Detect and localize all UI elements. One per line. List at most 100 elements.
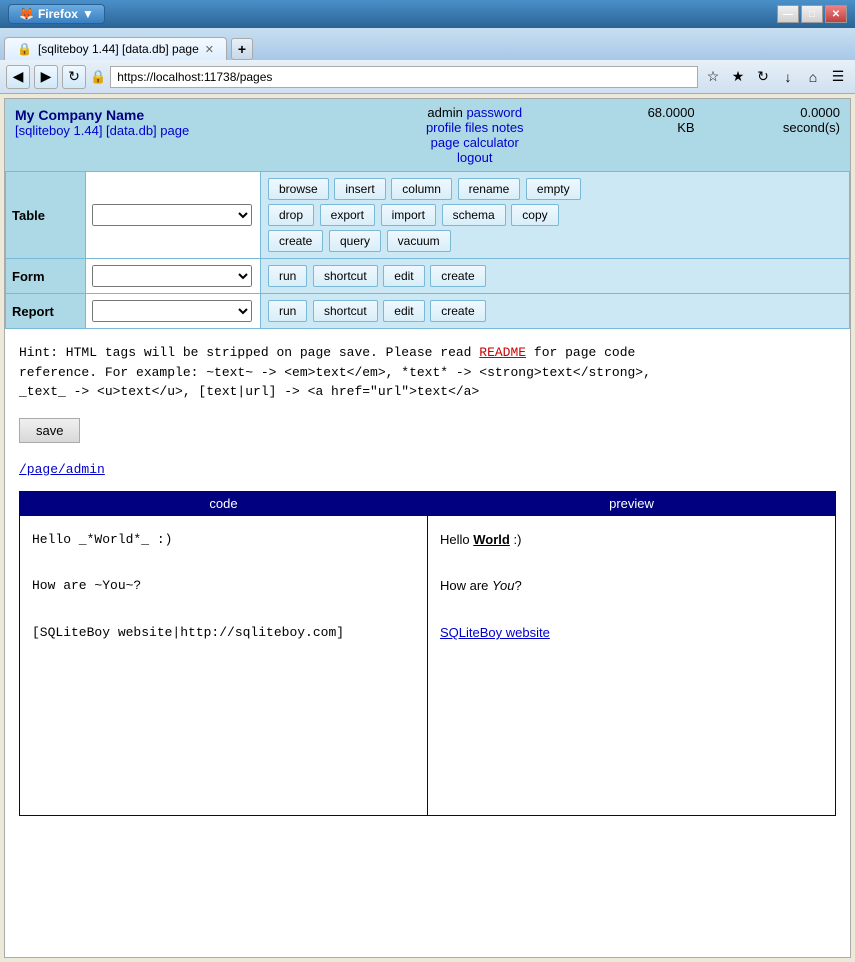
- page-content: My Company Name [sqliteboy 1.44] [data.d…: [4, 98, 851, 958]
- file-size-unit: KB: [677, 120, 694, 135]
- report-select[interactable]: [92, 300, 252, 322]
- firefox-menu-button[interactable]: 🦊 Firefox ▼: [8, 4, 105, 24]
- preview-cell: Hello World :) How are You? SQLiteBoy we…: [428, 515, 836, 815]
- code-line3: How are ~You~?: [32, 574, 415, 597]
- rename-button[interactable]: rename: [458, 178, 521, 200]
- address-input[interactable]: [110, 66, 698, 88]
- code-line5: [SQLiteBoy website|http://sqliteboy.com]: [32, 621, 415, 644]
- maximize-button[interactable]: □: [801, 5, 823, 23]
- preview-line3: How are You?: [440, 574, 823, 597]
- browse-button[interactable]: browse: [268, 178, 329, 200]
- nav-files-link[interactable]: files: [465, 120, 488, 135]
- hint-area: Hint: HTML tags will be stripped on page…: [5, 329, 850, 412]
- how-suffix: ?: [514, 578, 521, 593]
- home-button[interactable]: ⌂: [802, 66, 824, 88]
- report-buttons-cell: run shortcut edit create: [261, 294, 850, 329]
- report-create-button[interactable]: create: [430, 300, 485, 322]
- vacuum-button[interactable]: vacuum: [387, 230, 451, 252]
- nav-logout-link[interactable]: logout: [457, 150, 492, 165]
- preview-header: preview: [428, 491, 836, 515]
- lock-icon: 🔒: [90, 69, 106, 85]
- control-table: Table browse insert column rename empty …: [5, 171, 850, 329]
- table-select[interactable]: [92, 204, 252, 226]
- history-icon[interactable]: ★: [727, 66, 749, 88]
- table-buttons-cell: browse insert column rename empty drop e…: [261, 172, 850, 259]
- header-table: My Company Name [sqliteboy 1.44] [data.d…: [5, 99, 850, 171]
- minimize-button[interactable]: —: [777, 5, 799, 23]
- copy-button[interactable]: copy: [511, 204, 558, 226]
- export-button[interactable]: export: [320, 204, 375, 226]
- page-link-area: /page/admin: [5, 457, 850, 491]
- tab-label: [sqliteboy 1.44] [data.db] page: [38, 42, 199, 56]
- form-select[interactable]: [92, 265, 252, 287]
- header-company-cell: My Company Name [sqliteboy 1.44] [data.d…: [5, 99, 371, 171]
- form-run-button[interactable]: run: [268, 265, 307, 287]
- schema-button[interactable]: schema: [442, 204, 506, 226]
- nav-notes-link[interactable]: notes: [492, 120, 524, 135]
- drop-button[interactable]: drop: [268, 204, 314, 226]
- firefox-label: Firefox: [38, 7, 78, 21]
- table-control-row: Table browse insert column rename empty …: [6, 172, 850, 259]
- save-button[interactable]: save: [19, 418, 80, 443]
- code-line1: Hello _*World*_ :): [32, 528, 415, 551]
- reload-button[interactable]: ↻: [62, 65, 86, 89]
- back-button[interactable]: ◀: [6, 65, 30, 89]
- preview-line1: Hello World :): [440, 528, 823, 551]
- nav-password-link[interactable]: password: [466, 105, 522, 120]
- table-select-cell: [86, 172, 261, 259]
- time-value: 0.0000: [800, 105, 840, 120]
- report-edit-button[interactable]: edit: [383, 300, 424, 322]
- report-control-row: Report run shortcut edit create: [6, 294, 850, 329]
- header-time-cell: 0.0000 second(s): [705, 99, 850, 171]
- report-shortcut-button[interactable]: shortcut: [313, 300, 378, 322]
- form-create-button[interactable]: create: [430, 265, 485, 287]
- hint-line2: reference. For example: ~text~ -> <em>te…: [19, 363, 836, 383]
- nav-page-link[interactable]: page: [431, 135, 460, 150]
- header-stats-cell: 68.0000 KB: [578, 99, 704, 171]
- refresh-icon[interactable]: ↻: [752, 66, 774, 88]
- report-select-cell: [86, 294, 261, 329]
- nav-calculator-link[interactable]: calculator: [463, 135, 519, 150]
- forward-button[interactable]: ▶: [34, 65, 58, 89]
- dropdown-arrow: ▼: [82, 7, 94, 21]
- new-tab-button[interactable]: +: [231, 38, 253, 60]
- bottom-spacer: [5, 816, 850, 959]
- sqliteboy-link[interactable]: SQLiteBoy website: [440, 625, 550, 640]
- hello-suffix: :): [510, 532, 522, 547]
- code-line2: [32, 551, 415, 574]
- column-button[interactable]: column: [391, 178, 452, 200]
- window-controls: — □ ✕: [777, 5, 847, 23]
- hint-line1: Hint: HTML tags will be stripped on page…: [19, 343, 836, 363]
- tab-main[interactable]: 🔒 [sqliteboy 1.44] [data.db] page ✕: [4, 37, 227, 60]
- menu-button[interactable]: ☰: [827, 66, 849, 88]
- import-button[interactable]: import: [381, 204, 436, 226]
- form-control-row: Form run shortcut edit create: [6, 259, 850, 294]
- file-size: 68.0000: [648, 105, 695, 120]
- titlebar: 🦊 Firefox ▼ — □ ✕: [0, 0, 855, 28]
- db-link[interactable]: [sqliteboy 1.44] [data.db] page: [15, 123, 189, 138]
- empty-button[interactable]: empty: [526, 178, 581, 200]
- table-label: Table: [6, 172, 86, 259]
- address-icons: ☆ ★ ↻ ↓ ⌂ ☰: [702, 66, 849, 88]
- time-unit: second(s): [783, 120, 840, 135]
- insert-button[interactable]: insert: [334, 178, 385, 200]
- readme-link[interactable]: README: [479, 345, 526, 360]
- download-button[interactable]: ↓: [777, 66, 799, 88]
- tab-close-icon[interactable]: ✕: [205, 43, 214, 56]
- close-button[interactable]: ✕: [825, 5, 847, 23]
- world-text: World: [473, 532, 510, 547]
- page-admin-link[interactable]: /page/admin: [19, 462, 105, 477]
- nav-profile-link[interactable]: profile: [426, 120, 461, 135]
- form-select-cell: [86, 259, 261, 294]
- code-line4: [32, 598, 415, 621]
- create-table-button[interactable]: create: [268, 230, 323, 252]
- bookmark-icon[interactable]: ☆: [702, 66, 724, 88]
- tab-icon: 🔒: [17, 42, 32, 56]
- report-run-button[interactable]: run: [268, 300, 307, 322]
- form-label: Form: [6, 259, 86, 294]
- form-shortcut-button[interactable]: shortcut: [313, 265, 378, 287]
- you-text: You: [492, 578, 514, 593]
- form-edit-button[interactable]: edit: [383, 265, 424, 287]
- query-button[interactable]: query: [329, 230, 381, 252]
- tab-bar: 🔒 [sqliteboy 1.44] [data.db] page ✕ +: [0, 28, 855, 60]
